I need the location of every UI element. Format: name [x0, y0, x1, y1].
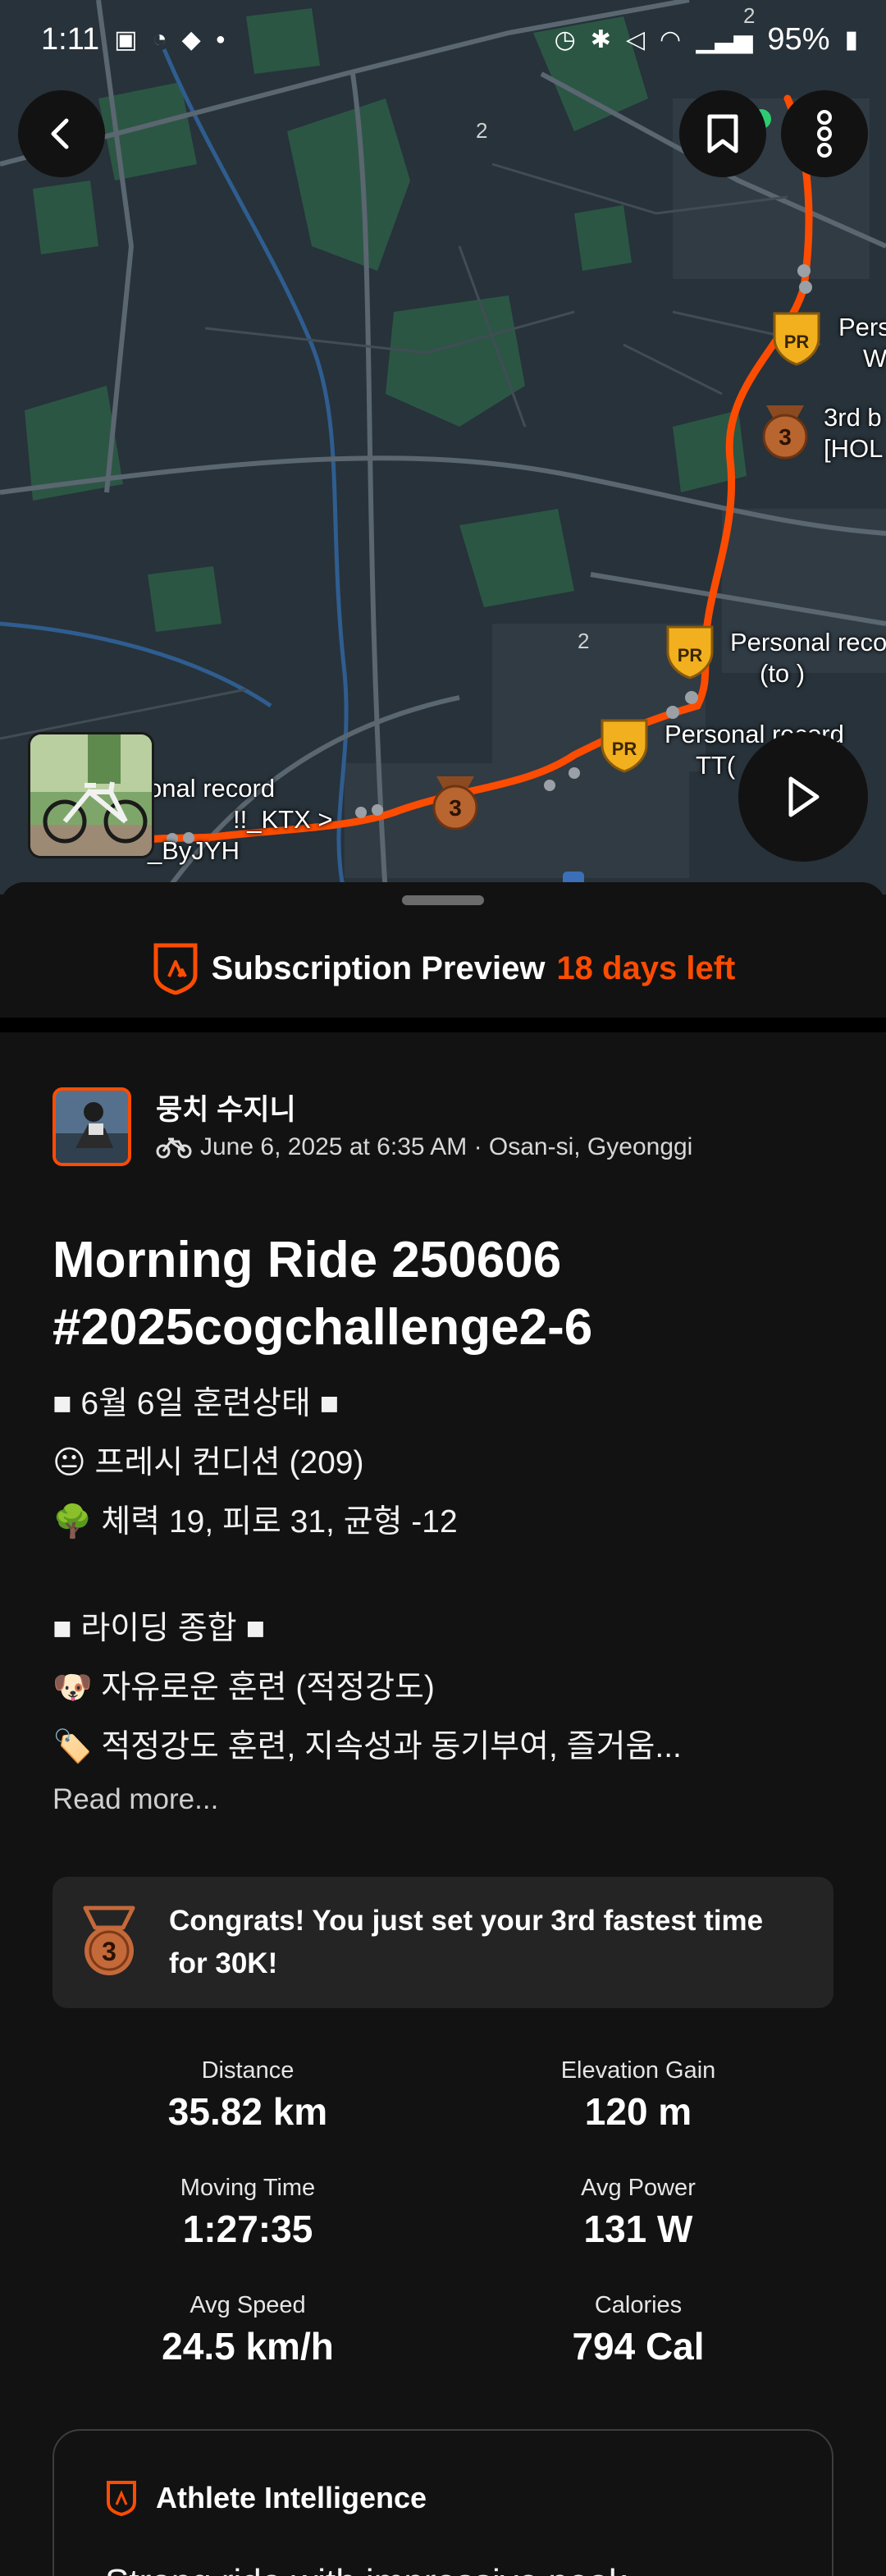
svg-text:PR: PR: [612, 739, 637, 759]
more-options-button[interactable]: [781, 90, 868, 177]
alarm-icon: ◷: [554, 25, 576, 53]
athlete-header[interactable]: 뭉치 수지니 June 6, 2025 at 6:35 AM · Osan-si…: [53, 1087, 692, 1166]
segment-label[interactable]: Pers W: [838, 312, 886, 374]
description-line: 🐶 자유로운 훈련 (적정강도): [53, 1670, 435, 1705]
activity-meta: June 6, 2025 at 6:35 AM · Osan-si, Gyeon…: [200, 1133, 693, 1160]
stat-avg-power: Avg Power 131 W: [581, 2175, 696, 2250]
bronze-medal-icon[interactable]: 3: [760, 402, 811, 461]
mute-icon: ◁: [625, 25, 646, 53]
flyover-play-button[interactable]: [738, 732, 868, 862]
status-bar: 1:11 ▣ ◔ ◆ ● ◷ ✱ ◁ ◠ ▁▃▅ 95% ▮: [0, 0, 886, 79]
description-line: ■ 라이딩 종합 ■: [53, 1611, 266, 1646]
pr-badge-icon[interactable]: PR: [599, 717, 650, 775]
stat-moving-time: Moving Time 1:27:35: [180, 2175, 316, 2250]
bookmark-icon: [707, 114, 738, 153]
bike-icon: [156, 1137, 192, 1159]
bike-photo: [30, 734, 152, 856]
athlete-intelligence-icon: [107, 2481, 136, 2516]
battery-level: 95%: [767, 21, 830, 57]
svg-text:3: 3: [449, 795, 462, 821]
athlete-intelligence-card[interactable]: Athlete Intelligence Strong ride with im…: [53, 2429, 833, 2576]
app-notification-icon: ◆: [181, 25, 201, 53]
stat-distance: Distance 35.82 km: [167, 2057, 328, 2133]
svg-text:PR: PR: [784, 332, 810, 352]
segment-label[interactable]: 3rd b [HOL: [824, 402, 883, 464]
app-notification-icon: ◔: [152, 25, 167, 53]
pr-badge-icon[interactable]: PR: [771, 310, 822, 368]
section-divider: [0, 1018, 886, 1032]
road-label: 2: [476, 118, 487, 143]
description-line: [53, 1552, 840, 1599]
wifi-icon: ◠: [660, 25, 682, 53]
athlete-intelligence-title: Athlete Intelligence: [156, 2481, 427, 2514]
back-button[interactable]: [18, 90, 105, 177]
route-map[interactable]: 2 2 2 PR 3 PR PR 3 Pers W 3rd b [HOL Per…: [0, 0, 886, 895]
segment-label[interactable]: onal record !!_KTX > _ByJYH: [148, 773, 332, 867]
play-icon: [788, 776, 820, 817]
signal-icon: ▁▃▅: [696, 25, 753, 53]
description-line: 🌳 체력 19, 피로 31, 균형 -12: [53, 1504, 458, 1540]
pr-badge-icon[interactable]: PR: [664, 624, 715, 681]
sheet-drag-handle[interactable]: [402, 895, 484, 905]
status-time: 1:11: [41, 21, 100, 57]
road-label: 2: [578, 629, 589, 653]
svg-text:3: 3: [779, 424, 792, 450]
read-more-link[interactable]: Read more...: [53, 1783, 218, 1816]
battery-icon: ▮: [844, 25, 858, 53]
bronze-medal-icon[interactable]: 3: [430, 773, 481, 832]
activity-description: ■ 6월 6일 훈련상태 ■ 😐 프레시 컨디션 (209) 🌳 체력 19, …: [53, 1375, 840, 1777]
bookmark-button[interactable]: [679, 90, 766, 177]
activity-title: Morning Ride 250606 #2025cogchallenge2-6: [53, 1232, 593, 1356]
description-line: ■ 6월 6일 훈련상태 ■: [53, 1386, 340, 1421]
gallery-notification-icon: ▣: [114, 25, 138, 53]
more-vertical-icon: [817, 110, 832, 158]
subscription-banner[interactable]: Subscription Preview 18 days left: [0, 915, 886, 1022]
avatar-photo: [56, 1091, 128, 1163]
achievement-card[interactable]: 3 Congrats! You just set your 3rd fastes…: [53, 1877, 833, 2008]
stat-calories: Calories 794 Cal: [572, 2292, 705, 2368]
stat-avg-speed: Avg Speed 24.5 km/h: [162, 2292, 334, 2368]
athlete-intelligence-summary: Strong ride with impressive peak: [105, 2562, 627, 2576]
description-line: 🏷️ 적정강도 훈련, 지속성과 동기부여, 즐거움...: [53, 1729, 682, 1764]
segment-label[interactable]: Personal reco (to ): [730, 627, 886, 689]
svg-text:PR: PR: [678, 645, 703, 666]
avatar[interactable]: [53, 1087, 131, 1166]
stat-elevation-gain: Elevation Gain 120 m: [560, 2057, 716, 2133]
back-arrow-icon: [51, 118, 69, 149]
more-notifications-icon: ●: [215, 30, 226, 48]
achievement-text: Congrats! You just set your 3rd fastest …: [169, 1905, 764, 1979]
bluetooth-icon: ✱: [590, 25, 611, 53]
activity-sheet: Subscription Preview 18 days left 뭉치 수지니: [0, 882, 886, 2576]
svg-text:3: 3: [102, 1937, 116, 1966]
athlete-name[interactable]: 뭉치 수지니: [156, 1092, 692, 1128]
subscription-days-left: 18 days left: [556, 949, 736, 986]
subscription-label: Subscription Preview: [211, 949, 546, 986]
description-line: 😐 프레시 컨디션 (209): [53, 1445, 364, 1480]
bronze-medal-icon: 3: [83, 1906, 135, 1975]
photo-thumbnail[interactable]: [28, 732, 154, 858]
strava-subscription-icon: [153, 943, 198, 995]
